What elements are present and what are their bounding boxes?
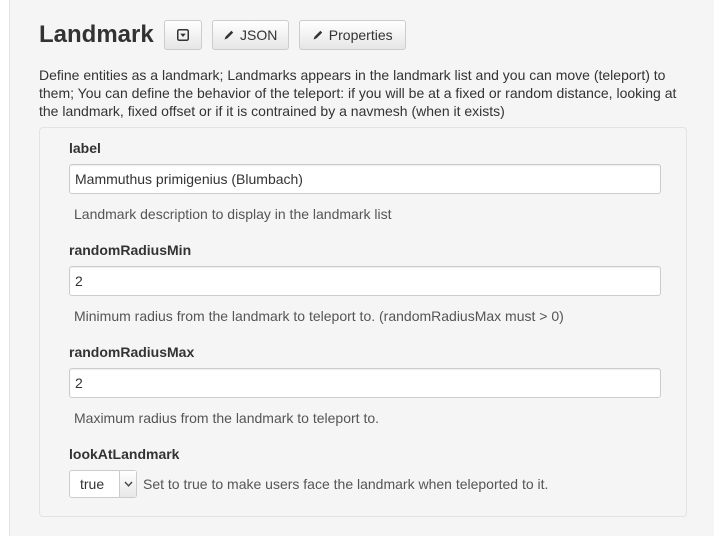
pencil-icon xyxy=(312,29,324,41)
properties-button-label: Properties xyxy=(328,27,393,43)
caret-square-down-icon xyxy=(176,29,189,41)
field-random-radius-max: randomRadiusMax 2 Maximum radius from th… xyxy=(69,342,661,427)
field-random-radius-max-name: randomRadiusMax xyxy=(69,344,195,360)
label-input[interactable]: Mammuthus primigenius (Blumbach) xyxy=(69,164,661,194)
field-random-radius-max-help: Maximum radius from the landmark to tele… xyxy=(74,410,380,426)
json-button-label: JSON xyxy=(240,27,278,43)
editor-title: Landmark xyxy=(39,21,154,48)
component-description: Define entities as a landmark; Landmarks… xyxy=(39,67,677,119)
field-label-help: Landmark description to display in the l… xyxy=(74,206,392,222)
chevron-down-icon[interactable] xyxy=(119,471,136,497)
json-button[interactable]: JSON xyxy=(211,20,289,50)
look-at-landmark-row: true Set to true to make users face the … xyxy=(69,470,661,498)
field-label-name: label xyxy=(69,140,101,156)
editor-header: Landmark JSON Properties xyxy=(39,18,416,52)
field-look-at-landmark: lookAtLandmark true Set to true to make … xyxy=(69,444,661,498)
field-random-radius-min-name: randomRadiusMin xyxy=(69,242,192,258)
properties-well: label Mammuthus primigenius (Blumbach) L… xyxy=(39,127,687,517)
random-radius-max-input[interactable]: 2 xyxy=(69,368,661,398)
field-label: label Mammuthus primigenius (Blumbach) L… xyxy=(69,138,661,223)
field-look-at-landmark-help: Set to true to make users face the landm… xyxy=(143,476,549,492)
look-at-landmark-select[interactable]: true xyxy=(69,470,137,498)
properties-button[interactable]: Properties xyxy=(298,20,406,50)
random-radius-min-input[interactable]: 2 xyxy=(69,266,661,296)
look-at-landmark-select-value: true xyxy=(80,476,105,492)
field-look-at-landmark-name: lookAtLandmark xyxy=(69,446,180,462)
collapse-button[interactable] xyxy=(163,20,202,50)
field-random-radius-min: randomRadiusMin 2 Minimum radius from th… xyxy=(69,240,661,325)
field-random-radius-min-help: Minimum radius from the landmark to tele… xyxy=(74,308,564,324)
pencil-icon xyxy=(223,29,235,41)
